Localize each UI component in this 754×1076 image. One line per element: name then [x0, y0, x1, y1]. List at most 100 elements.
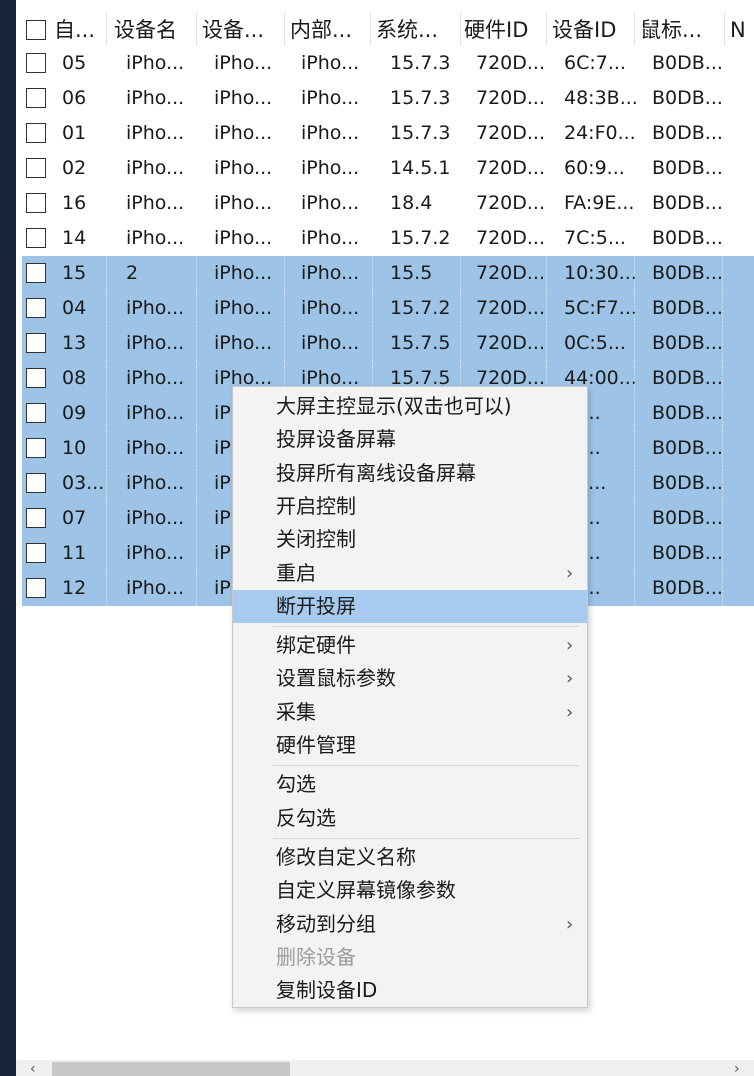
menu-item[interactable]: 大屏主控显示(双击也可以) [233, 390, 587, 423]
menu-item[interactable]: 开启控制 [233, 490, 587, 523]
scroll-left-icon[interactable]: ‹ [30, 1060, 36, 1076]
row-checkbox[interactable] [26, 263, 46, 283]
table-row[interactable]: 01 iPho... iPho... iPho... 15.7.3 720D... 24:F… [22, 116, 754, 151]
submenu-arrow-icon: › [566, 913, 574, 935]
menu-separator [273, 765, 579, 767]
submenu-arrow-icon: › [566, 668, 574, 690]
grid-line [106, 501, 108, 536]
menu-item[interactable]: 自定义屏幕镜像参数 [233, 874, 587, 907]
column-header[interactable]: 硬件ID [464, 0, 528, 50]
column-divider[interactable] [284, 12, 285, 46]
column-header[interactable]: N [730, 0, 746, 50]
table-cell: 60:9... [564, 157, 625, 179]
table-cell: iPho... [126, 227, 185, 249]
row-checkbox[interactable] [26, 88, 46, 108]
submenu-arrow-icon: › [566, 701, 574, 723]
table-row[interactable]: 15 2 iPho... iPho... 15.5 720D... 10:30... B0DB… [22, 256, 754, 291]
menu-item[interactable]: 复制设备ID [233, 974, 587, 1007]
horizontal-scrollbar[interactable]: ‹ › [16, 1060, 754, 1076]
grid-line [634, 501, 636, 536]
table-cell: 48:3B... [564, 87, 638, 109]
row-checkbox[interactable] [26, 158, 46, 178]
grid-line [460, 291, 462, 326]
grid-line [196, 291, 198, 326]
row-checkbox[interactable] [26, 333, 46, 353]
row-checkbox[interactable] [26, 298, 46, 318]
row-checkbox[interactable] [26, 473, 46, 493]
column-header[interactable]: 系统... [376, 0, 438, 50]
grid-line [196, 536, 198, 571]
column-header[interactable]: 鼠标... [640, 0, 702, 50]
menu-item[interactable]: 修改自定义名称 [233, 841, 587, 874]
table-cell: iPho... [126, 507, 185, 529]
menu-item[interactable]: 绑定硬件 › [233, 629, 587, 662]
column-divider[interactable] [460, 12, 461, 46]
menu-item[interactable]: 重启 › [233, 557, 587, 590]
select-all-checkbox[interactable] [26, 20, 46, 40]
menu-item[interactable]: 投屏所有离线设备屏幕 [233, 457, 587, 490]
table-row[interactable]: 04 iPho... iPho... iPho... 15.7.2 720D... 5C:F… [22, 291, 754, 326]
grid-line [284, 256, 286, 291]
column-divider[interactable] [546, 12, 547, 46]
table-cell: iPho... [214, 297, 273, 319]
table-cell: 10 [62, 437, 87, 459]
row-checkbox[interactable] [26, 123, 46, 143]
table-cell: iPho... [126, 367, 185, 389]
row-checkbox[interactable] [26, 403, 46, 423]
menu-item[interactable]: 反勾选 [233, 802, 587, 835]
table-cell: B0DB... [652, 332, 723, 354]
grid-line [722, 396, 724, 431]
table-cell: 15.7.2 [390, 297, 451, 319]
row-checkbox[interactable] [26, 508, 46, 528]
scroll-right-icon[interactable]: › [734, 1060, 740, 1076]
menu-item[interactable]: 移动到分组 › [233, 908, 587, 941]
menu-item-label: 重启 [276, 560, 316, 585]
menu-item[interactable]: 投屏设备屏幕 [233, 423, 587, 456]
table-row[interactable]: 13 iPho... iPho... iPho... 15.7.5 720D... 0C:5… [22, 326, 754, 361]
column-header[interactable]: 自... [54, 0, 95, 50]
row-checkbox[interactable] [26, 53, 46, 73]
column-divider[interactable] [724, 12, 725, 46]
column-divider[interactable] [370, 12, 371, 46]
grid-line [196, 571, 198, 606]
grid-line [634, 291, 636, 326]
table-cell: iPho... [214, 87, 273, 109]
scroll-thumb[interactable] [52, 1062, 290, 1076]
column-header[interactable]: 设备名 [114, 0, 177, 50]
grid-line [372, 291, 374, 326]
table-row[interactable]: 06 iPho... iPho... iPho... 15.7.3 720D... 48:3… [22, 81, 754, 116]
row-checkbox[interactable] [26, 193, 46, 213]
menu-item[interactable]: 设置鼠标参数 › [233, 662, 587, 695]
menu-item[interactable]: 断开投屏 [233, 589, 587, 623]
row-checkbox[interactable] [26, 368, 46, 388]
column-divider[interactable] [196, 12, 197, 46]
column-header[interactable]: 设备ID [552, 0, 616, 50]
row-checkbox[interactable] [26, 438, 46, 458]
table-cell: 0C:5... [564, 332, 626, 354]
table-cell: iPho... [301, 52, 360, 74]
column-header[interactable]: 内部... [290, 0, 352, 50]
table-row[interactable]: 05 iPho... iPho... iPho... 15.7.3 720D... 6C:7… [22, 46, 754, 81]
menu-item[interactable]: 采集 › [233, 696, 587, 729]
table-row[interactable]: 14 iPho... iPho... iPho... 15.7.2 720D... 7C:5… [22, 221, 754, 256]
menu-item[interactable]: 硬件管理 [233, 729, 587, 762]
table-cell: 15.7.2 [390, 227, 451, 249]
table-row[interactable]: 02 iPho... iPho... iPho... 14.5.1 720D... 60:9… [22, 151, 754, 186]
column-divider[interactable] [106, 12, 107, 46]
table-cell: FA:9E... [564, 192, 635, 214]
grid-line [196, 396, 198, 431]
column-divider[interactable] [634, 12, 635, 46]
menu-item-label: 自定义屏幕镜像参数 [276, 878, 456, 903]
table-cell: iPho... [126, 52, 185, 74]
row-checkbox[interactable] [26, 578, 46, 598]
menu-item[interactable]: 关闭控制 [233, 523, 587, 556]
grid-line [106, 326, 108, 361]
context-menu: 大屏主控显示(双击也可以) 投屏设备屏幕 投屏所有离线设备屏幕 开启控制 关闭控制 重启 ›… [232, 386, 588, 1008]
row-checkbox[interactable] [26, 543, 46, 563]
column-header[interactable]: 设备... [202, 0, 264, 50]
grid-line [106, 571, 108, 606]
table-cell: B0DB... [652, 157, 723, 179]
table-row[interactable]: 16 iPho... iPho... iPho... 18.4 720D... FA:9E.… [22, 186, 754, 221]
row-checkbox[interactable] [26, 228, 46, 248]
menu-item[interactable]: 勾选 [233, 768, 587, 801]
